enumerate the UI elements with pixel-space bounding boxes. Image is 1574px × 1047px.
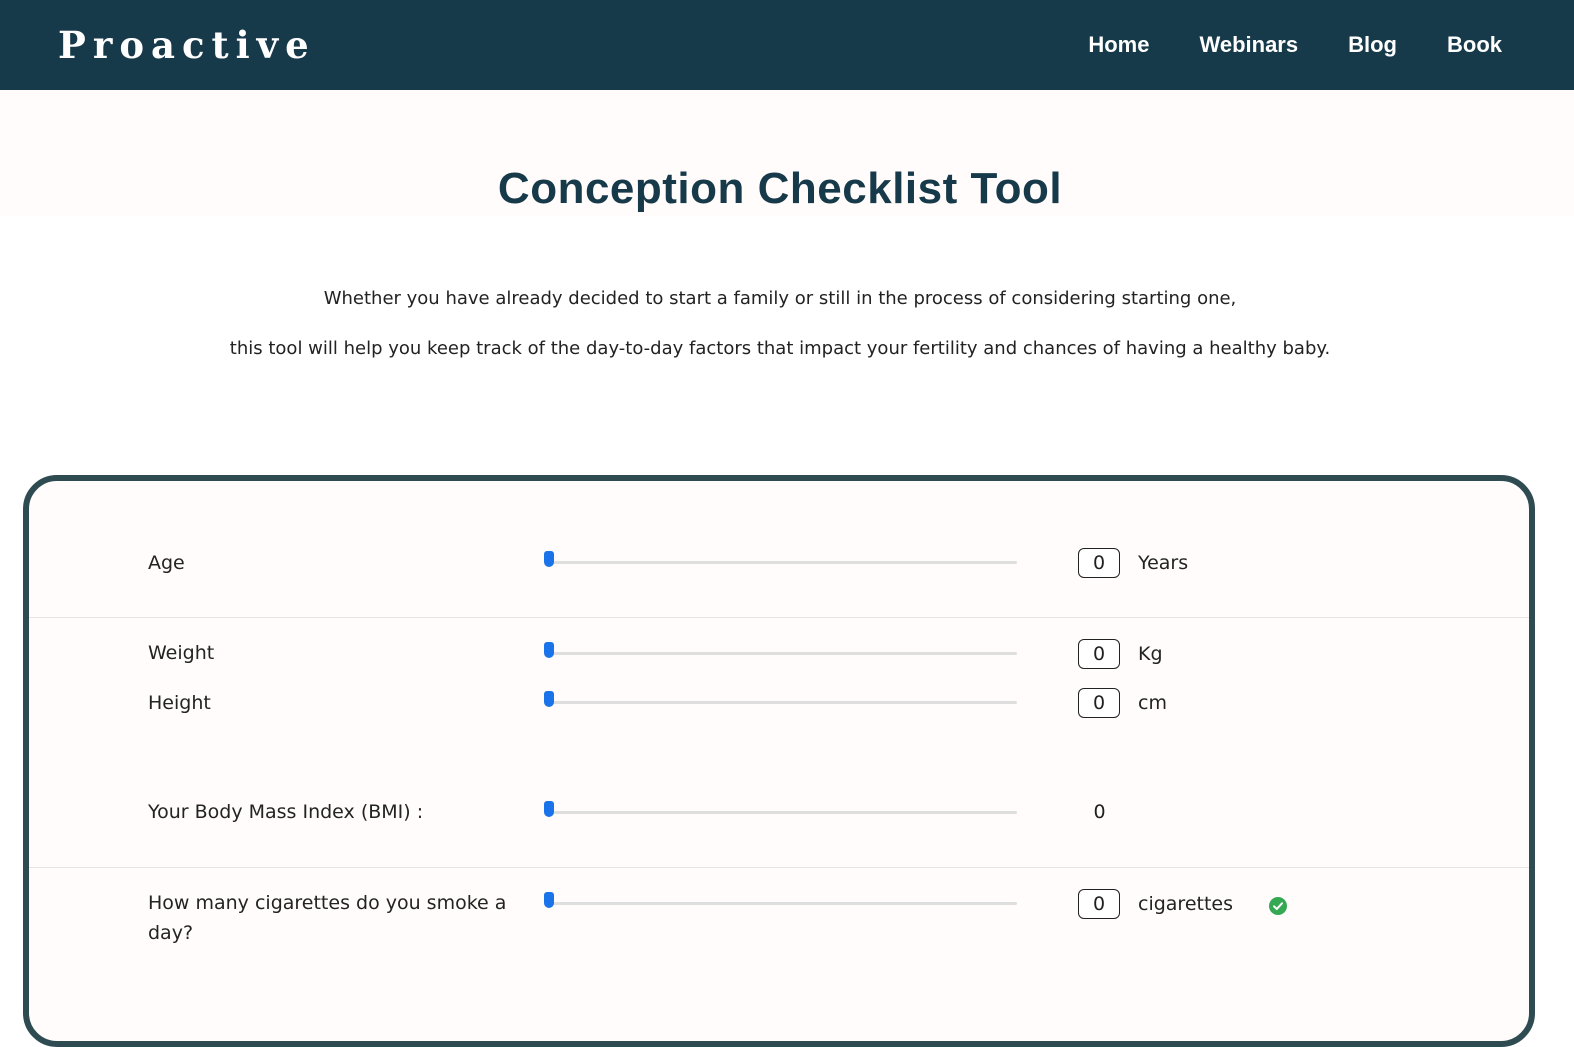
cigarettes-label: How many cigarettes do you smoke a day?	[148, 892, 507, 944]
site-header: Proactive Home Webinars Blog Book	[0, 0, 1574, 90]
height-unit: cm	[1138, 692, 1167, 714]
brand-logo[interactable]: Proactive	[58, 22, 316, 68]
weight-input[interactable]: 0	[1078, 639, 1120, 669]
section-divider	[29, 867, 1529, 868]
age-label: Age	[148, 552, 185, 574]
bmi-label: Your Body Mass Index (BMI) :	[148, 801, 424, 823]
section-divider	[29, 617, 1529, 618]
check-circle-icon	[1269, 897, 1287, 915]
weight-label: Weight	[148, 642, 215, 664]
slider-track	[549, 811, 1017, 814]
slider-track	[549, 902, 1017, 905]
intro-text-line-2: this tool will help you keep track of th…	[229, 338, 1331, 359]
cigarettes-slider[interactable]	[543, 892, 1017, 914]
cigarettes-unit: cigarettes	[1138, 893, 1233, 915]
bmi-value: 0	[1093, 801, 1106, 823]
nav-blog-link[interactable]: Blog	[1348, 26, 1397, 64]
weight-slider[interactable]	[543, 642, 1017, 664]
slider-track	[549, 652, 1017, 655]
height-slider[interactable]	[543, 691, 1017, 713]
slider-thumb[interactable]	[544, 691, 554, 707]
page-title: Conception Checklist Tool	[497, 164, 1063, 213]
weight-unit: Kg	[1138, 643, 1163, 665]
age-slider[interactable]	[543, 551, 1017, 573]
slider-track	[549, 561, 1017, 564]
slider-thumb[interactable]	[544, 551, 554, 567]
nav-book-link[interactable]: Book	[1447, 26, 1502, 64]
bmi-slider[interactable]	[543, 801, 1017, 823]
height-label: Height	[148, 692, 211, 714]
slider-track	[549, 701, 1017, 704]
checklist-card: Age 0 Years Weight 0 Kg Height 0 cm Your…	[23, 475, 1535, 1047]
slider-thumb[interactable]	[544, 892, 554, 908]
main-nav: Home Webinars Blog Book	[1088, 26, 1502, 64]
nav-home-link[interactable]: Home	[1088, 26, 1149, 64]
age-input[interactable]: 0	[1078, 548, 1120, 578]
intro-text-line-1: Whether you have already decided to star…	[323, 288, 1237, 309]
height-input[interactable]: 0	[1078, 688, 1120, 718]
age-unit: Years	[1138, 552, 1189, 574]
slider-thumb[interactable]	[544, 801, 554, 817]
cigarettes-input[interactable]: 0	[1078, 889, 1120, 919]
slider-thumb[interactable]	[544, 642, 554, 658]
nav-webinars-link[interactable]: Webinars	[1199, 26, 1298, 64]
